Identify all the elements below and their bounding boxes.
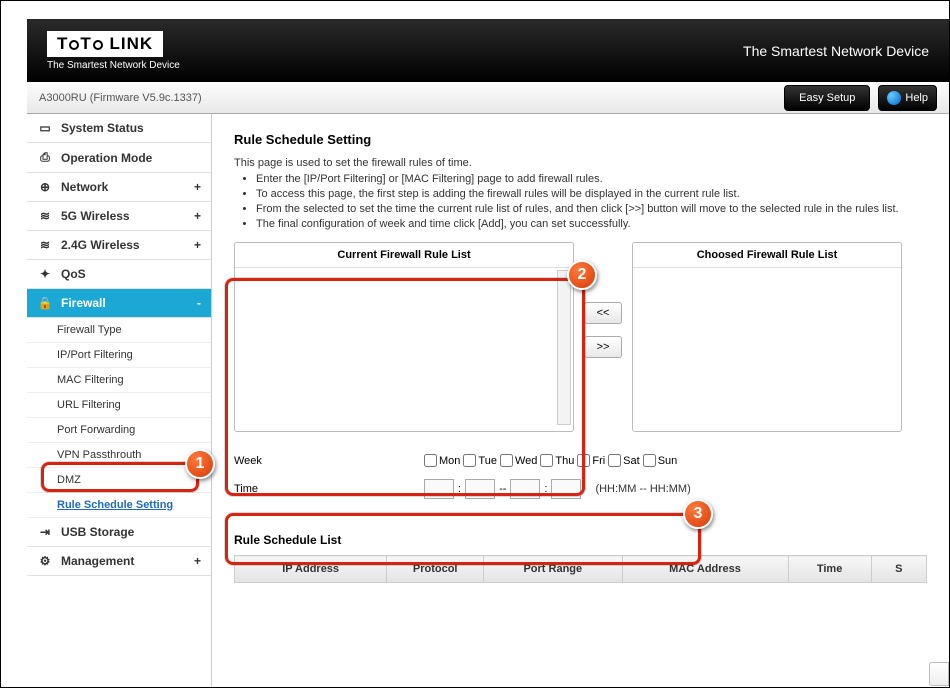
expand-icon: + [194,209,201,223]
help-icon [887,91,901,105]
wifi-icon: ≋ [37,238,53,252]
sidebar-sub-dmz[interactable]: DMZ [27,468,211,493]
sidebar-item-24g[interactable]: ≋2.4G Wireless+ [27,231,211,260]
header-tagline: The Smartest Network Device [743,43,929,59]
day-thu[interactable]: Thu [540,454,574,467]
sidebar-sub-portfwd[interactable]: Port Forwarding [27,418,211,443]
col-time: Time [788,556,871,583]
expand-icon: + [194,238,201,252]
header-bar: TT LINK The Smartest Network Device The … [27,19,949,82]
col-ip: IP Address [235,556,387,583]
badge-2: 2 [567,260,597,290]
time-start-hh[interactable] [424,479,454,499]
badge-1: 1 [185,449,215,479]
week-label: Week [234,455,424,467]
badge-3: 3 [683,499,713,529]
choosed-rule-list[interactable]: Choosed Firewall Rule List [632,242,902,432]
day-wed[interactable]: Wed [500,454,537,467]
sidebar-sub-url[interactable]: URL Filtering [27,393,211,418]
sidebar-item-usb[interactable]: ⇥USB Storage [27,518,211,547]
sidebar-item-operation-mode[interactable]: ⎙Operation Mode [27,143,211,173]
move-left-button[interactable]: << [584,302,622,324]
time-start-mm[interactable] [465,479,495,499]
model-firmware: A3000RU (Firmware V5.9c.1337) [39,92,202,104]
sidebar-item-5g[interactable]: ≋5G Wireless+ [27,202,211,231]
time-end-mm[interactable] [551,479,581,499]
col-mac: MAC Address [622,556,788,583]
sidebar-item-management[interactable]: ⚙Management+ [27,547,211,576]
easy-setup-button[interactable]: Easy Setup [784,85,870,111]
current-rule-list[interactable]: Current Firewall Rule List [234,242,574,432]
time-hint: (HH:MM -- HH:MM) [595,483,690,495]
intro-list: Enter the [IP/Port Filtering] or [MAC Fi… [256,173,927,230]
expand-icon: + [194,180,201,194]
brand-logo: TT LINK The Smartest Network Device [47,31,180,71]
content-area: Rule Schedule Setting This page is used … [212,114,949,687]
info-bar: A3000RU (Firmware V5.9c.1337) Easy Setup… [27,82,949,114]
col-s: S [871,556,926,583]
sidebar-item-system-status[interactable]: ▭System Status [27,114,211,143]
col-portrange: Port Range [484,556,622,583]
qos-icon: ✦ [37,267,53,281]
collapse-icon: - [197,296,201,310]
scrollbar[interactable] [557,270,571,425]
day-fri[interactable]: Fri [577,454,605,467]
sidebar-item-firewall[interactable]: 🔒Firewall- [27,289,211,318]
sidebar-sub-vpn[interactable]: VPN Passthrouth [27,443,211,468]
sidebar-sub-firewall-type[interactable]: Firewall Type [27,318,211,343]
weekday-checkboxes: Mon Tue Wed Thu Fri Sat Sun [424,454,677,467]
sidebar-item-network[interactable]: ⊕Network+ [27,173,211,202]
status-icon: ▭ [37,121,53,135]
intro-text: This page is used to set the firewall ru… [234,157,927,169]
expand-icon: + [194,554,201,568]
sidebar-sub-rule-schedule[interactable]: Rule Schedule Setting [27,493,211,518]
usb-icon: ⇥ [37,525,53,539]
time-label: Time [234,483,424,495]
day-sat[interactable]: Sat [608,454,640,467]
schedule-table: IP Address Protocol Port Range MAC Addre… [234,555,927,583]
mode-icon: ⎙ [37,150,53,165]
col-protocol: Protocol [387,556,484,583]
sidebar-sub-mac[interactable]: MAC Filtering [27,368,211,393]
day-tue[interactable]: Tue [463,454,497,467]
day-sun[interactable]: Sun [643,454,678,467]
current-list-title: Current Firewall Rule List [235,243,573,267]
day-mon[interactable]: Mon [424,454,460,467]
wifi-icon: ≋ [37,209,53,223]
help-button[interactable]: Help [878,85,937,111]
sidebar: ▭System Status ⎙Operation Mode ⊕Network+… [27,114,212,687]
time-end-hh[interactable] [510,479,540,499]
lock-icon: 🔒 [37,296,53,310]
sidebar-sub-ipport[interactable]: IP/Port Filtering [27,343,211,368]
move-right-button[interactable]: >> [584,336,622,358]
gear-icon: ⚙ [37,554,53,568]
sidebar-item-qos[interactable]: ✦QoS [27,260,211,289]
page-title: Rule Schedule Setting [234,132,927,147]
schedule-list-title: Rule Schedule List [234,533,927,547]
network-icon: ⊕ [37,180,53,194]
choosed-list-title: Choosed Firewall Rule List [633,243,901,267]
partial-button[interactable] [929,662,949,686]
brand-tagline: The Smartest Network Device [47,60,180,71]
